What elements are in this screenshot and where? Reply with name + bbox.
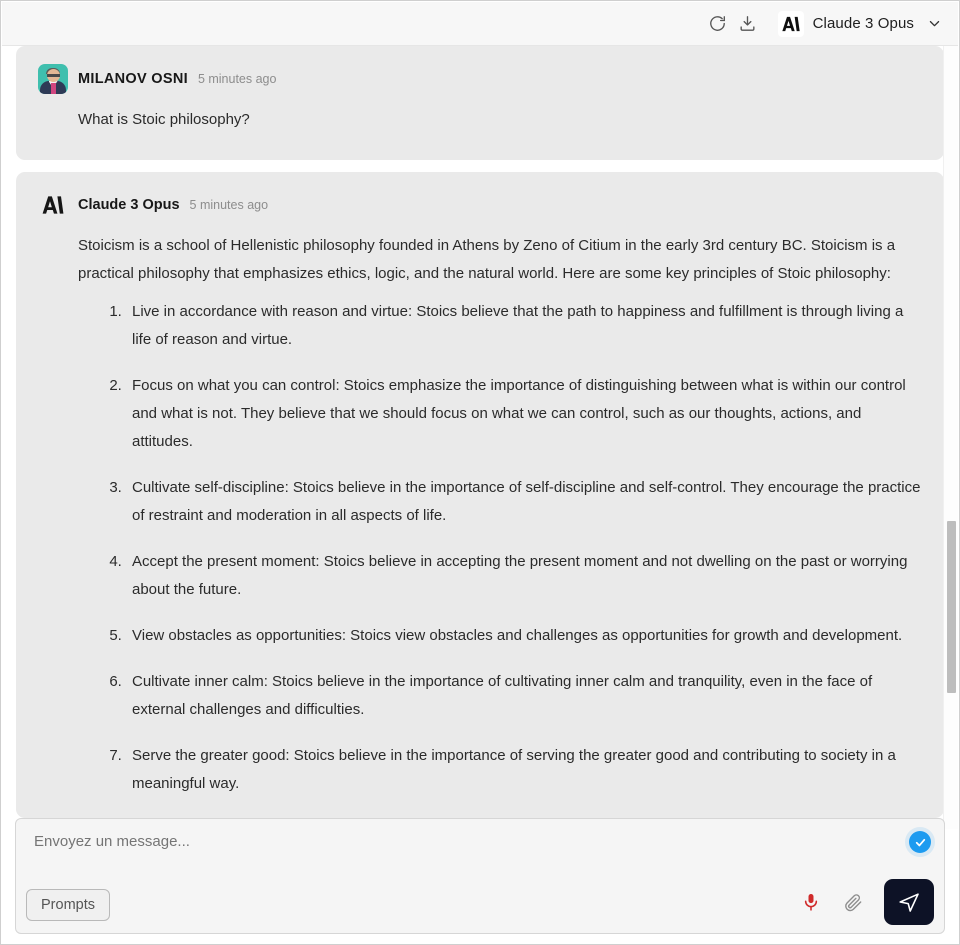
vertical-scrollbar[interactable]	[943, 46, 958, 829]
avatar	[38, 64, 68, 94]
conversation-scroll-area[interactable]: MILANOV OSNI 5 minutes ago What is Stoic…	[2, 46, 958, 829]
anthropic-logo-icon	[777, 10, 804, 37]
message-timestamp: 5 minutes ago	[189, 198, 269, 212]
list-item: Cultivate inner calm: Stoics believe in …	[126, 668, 922, 724]
message-user: MILANOV OSNI 5 minutes ago What is Stoic…	[16, 46, 944, 160]
chevron-down-icon[interactable]	[926, 16, 942, 32]
message-header: MILANOV OSNI 5 minutes ago	[38, 64, 922, 94]
send-button[interactable]	[884, 879, 934, 925]
prompts-button[interactable]: Prompts	[26, 889, 110, 921]
list-item: View obstacles as opportunities: Stoics …	[126, 622, 922, 650]
message-composer: Prompts	[15, 818, 945, 934]
scrollbar-thumb[interactable]	[947, 521, 956, 693]
chat-window: Claude 3 Opus MILANOV OSNI 5 minutes ago…	[0, 0, 960, 945]
message-body: Stoicism is a school of Hellenistic phil…	[38, 232, 922, 798]
list-item: Serve the greater good: Stoics believe i…	[126, 742, 922, 798]
refresh-icon[interactable]	[704, 10, 732, 38]
list-item: Focus on what you can control: Stoics em…	[126, 372, 922, 456]
message-input[interactable]	[34, 833, 884, 850]
composer-actions	[798, 879, 934, 925]
message-body: What is Stoic philosophy?	[38, 106, 922, 134]
message-text: What is Stoic philosophy?	[78, 111, 250, 128]
list-item: Accept the present moment: Stoics believ…	[126, 548, 922, 604]
message-assistant: Claude 3 Opus 5 minutes ago Stoicism is …	[16, 172, 944, 818]
list-item: Cultivate self-discipline: Stoics believ…	[126, 474, 922, 530]
list-item: Live in accordance with reason and virtu…	[126, 298, 922, 354]
message-author: MILANOV OSNI	[78, 71, 188, 87]
app-header: Claude 3 Opus	[2, 2, 958, 46]
message-intro-paragraph: Stoicism is a school of Hellenistic phil…	[78, 237, 896, 282]
message-header: Claude 3 Opus 5 minutes ago	[38, 190, 922, 220]
download-icon[interactable]	[734, 10, 762, 38]
paperclip-icon[interactable]	[840, 889, 866, 915]
anthropic-logo-icon	[38, 190, 68, 220]
microphone-icon[interactable]	[798, 889, 824, 915]
message-timestamp: 5 minutes ago	[197, 72, 277, 86]
check-badge-icon[interactable]	[909, 831, 931, 853]
model-name-label: Claude 3 Opus	[812, 15, 914, 32]
principles-list: Live in accordance with reason and virtu…	[78, 298, 922, 798]
message-author: Claude 3 Opus	[78, 197, 180, 213]
model-selector[interactable]: Claude 3 Opus	[777, 10, 942, 37]
